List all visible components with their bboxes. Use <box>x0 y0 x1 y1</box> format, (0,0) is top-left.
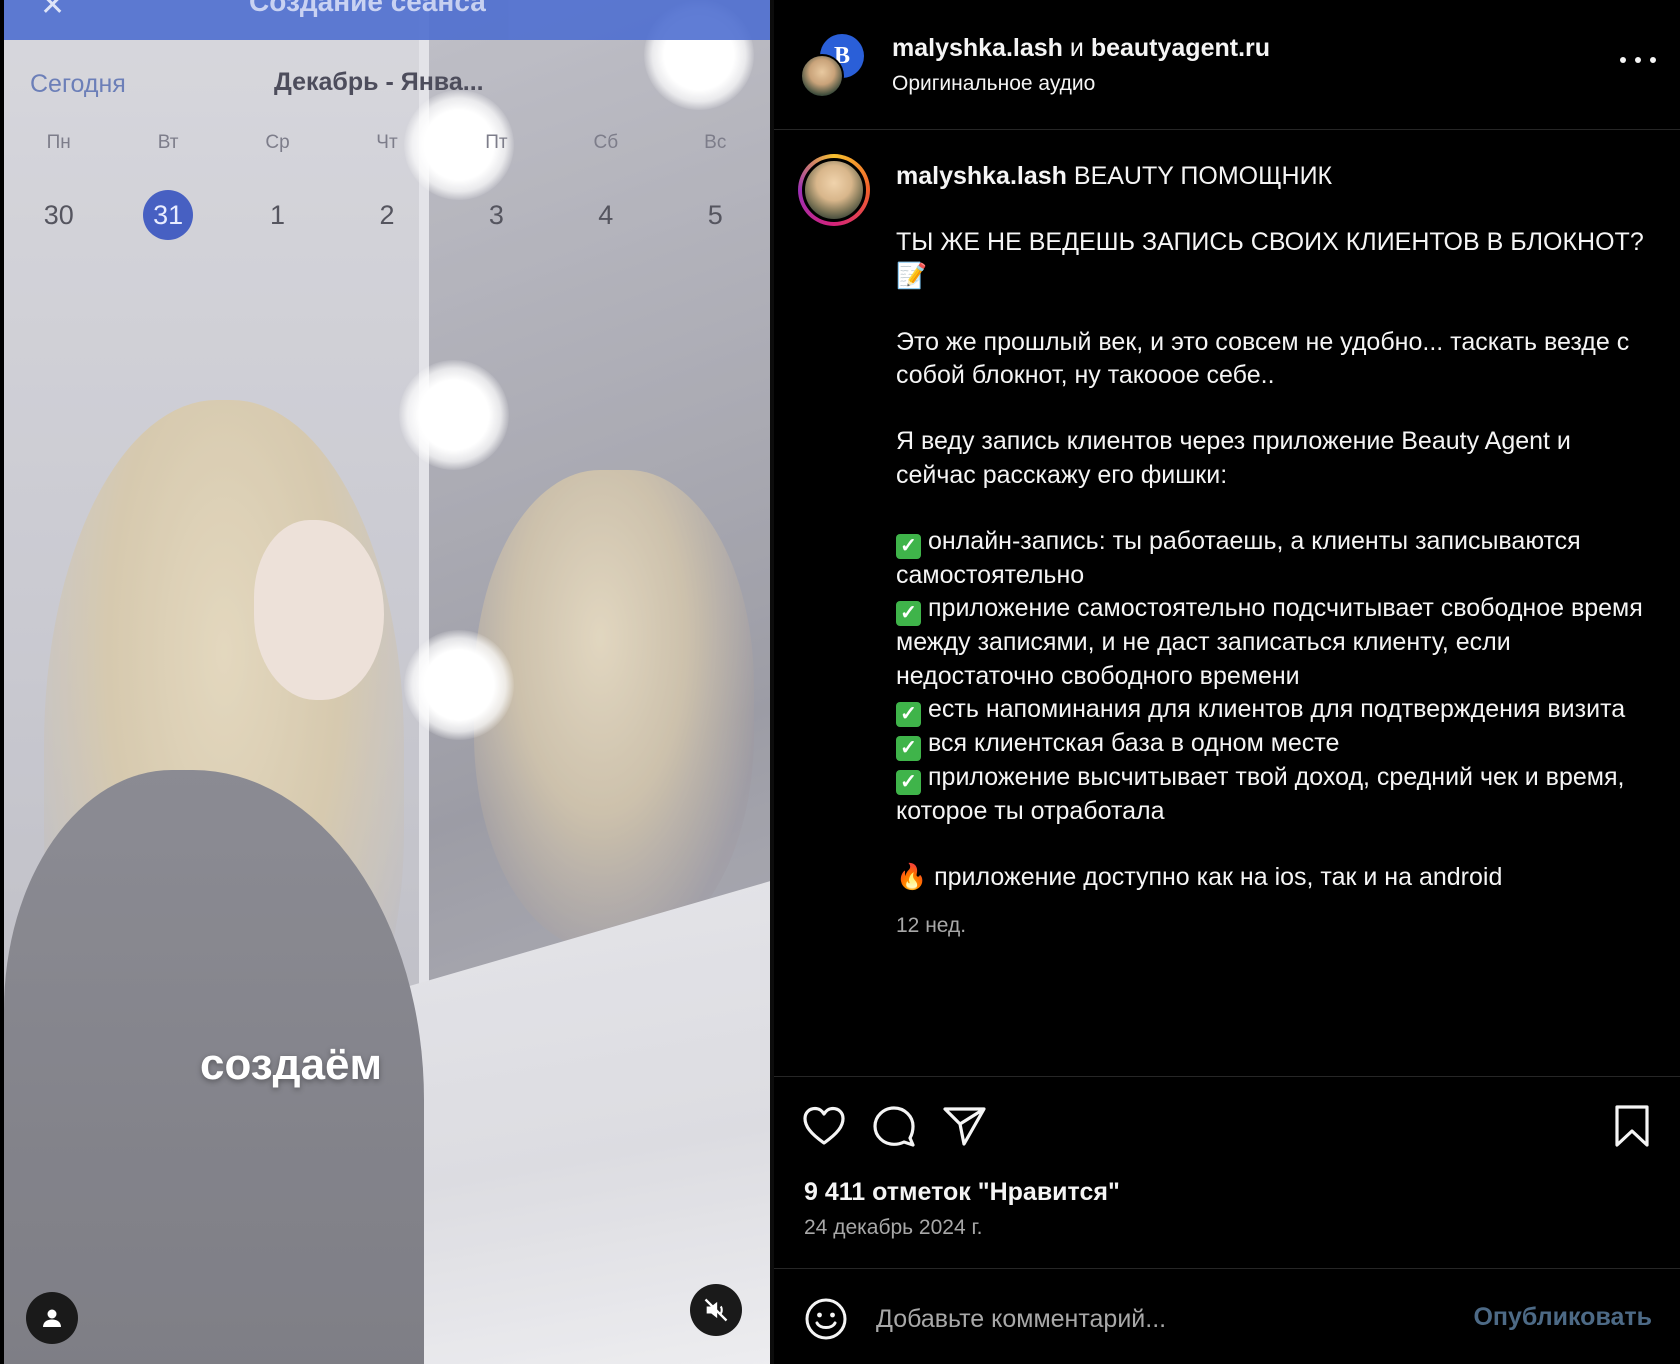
likes-count[interactable]: 9 411 отметок "Нравится" <box>804 1178 1120 1207</box>
platforms-text: приложение доступно как на ios, так и на… <box>934 863 1503 892</box>
calendar-days: 30 31 1 2 3 4 5 <box>4 190 770 240</box>
feature-item: ✓ онлайн-запись: ты работаешь, а клиенты … <box>896 525 1656 592</box>
weekday-label: Чт <box>376 132 398 153</box>
calendar-day-selected: 31 <box>113 190 222 240</box>
author-avatar-image <box>802 158 866 222</box>
feature-text: приложение высчитывает твой доход, средн… <box>896 762 1625 825</box>
calendar-day: 5 <box>707 200 723 230</box>
bookmark-icon[interactable] <box>1608 1102 1656 1150</box>
app-title: Создание сеанса <box>249 0 486 17</box>
feature-text: онлайн-запись: ты работаешь, а клиенты з… <box>896 527 1581 590</box>
video-caption: создаём <box>200 1040 383 1089</box>
calendar-weekdays: Пн Вт Ср Чт Пт Сб Вс <box>4 132 770 154</box>
check-mark-icon: ✓ <box>896 701 921 727</box>
weekday-label: Вс <box>704 132 727 153</box>
caption-paragraph: Это же прошлый век, и это совсем не удоб… <box>896 327 1630 390</box>
smiley-icon[interactable] <box>804 1297 848 1341</box>
comment-input[interactable] <box>876 1297 1436 1341</box>
calendar-today: Сегодня <box>30 70 126 98</box>
calendar-day: 2 <box>379 200 395 230</box>
weekday-label: Пн <box>46 132 71 153</box>
collab-avatars[interactable]: B <box>800 34 864 98</box>
dot <box>1620 57 1626 63</box>
author-avatar[interactable] <box>798 154 870 226</box>
actions-divider <box>774 1076 1680 1077</box>
calendar-day: 4 <box>598 200 614 230</box>
collaborator-link[interactable]: beautyagent.ru <box>1091 34 1270 62</box>
fire-icon: 🔥 <box>896 863 928 892</box>
authors-conjunction: и <box>1069 34 1084 62</box>
caption-headline: ТЫ ЖЕ НЕ ВЕДЕШЬ ЗАПИСЬ СВОИХ КЛИЕНТОВ В … <box>896 228 1644 290</box>
weekday-label: Вт <box>157 132 179 153</box>
caption-username[interactable]: malyshka.lash <box>896 162 1067 190</box>
feature-item: ✓ вся клиентская база в одном месте <box>896 727 1656 761</box>
muted-speaker-icon <box>704 1298 728 1322</box>
weekday-label: Сб <box>593 132 619 153</box>
check-mark-icon: ✓ <box>896 735 921 761</box>
person-icon <box>43 1309 61 1327</box>
comment-bar: Опубликовать <box>774 1268 1680 1364</box>
publish-button[interactable]: Опубликовать <box>1473 1303 1652 1332</box>
calendar-month: Декабрь - Янва... <box>274 68 484 96</box>
feature-text: есть напоминания для клиентов для подтве… <box>928 694 1626 723</box>
check-mark-icon: ✓ <box>896 601 921 627</box>
audio-link[interactable]: Оригинальное аудио <box>892 72 1095 96</box>
author-avatar-small <box>800 54 844 98</box>
dot <box>1650 57 1656 63</box>
caption-paragraph: Я веду запись клиентов через приложение … <box>896 427 1571 489</box>
heart-icon[interactable] <box>800 1102 848 1150</box>
post-authors: malyshka.lash и beautyagent.ru <box>892 34 1270 63</box>
post-header: B malyshka.lash и beautyagent.ru Оригина… <box>774 0 1680 130</box>
more-dots-icon[interactable] <box>1620 50 1656 70</box>
reel-video[interactable]: ✕ Создание сеанса Сегодня Декабрь - Янва… <box>4 0 770 1364</box>
close-icon: ✕ <box>40 0 66 22</box>
check-mark-icon: ✓ <box>896 534 921 560</box>
calendar-day: 1 <box>270 200 286 230</box>
paper-plane-icon[interactable] <box>940 1102 988 1150</box>
profile-button[interactable] <box>26 1292 78 1344</box>
feature-item: ✓ приложение самостоятельно подсчитывает … <box>896 592 1656 693</box>
feature-text: приложение самостоятельно подсчитывает с… <box>896 594 1643 690</box>
post-date: 24 декабрь 2024 г. <box>804 1216 983 1239</box>
dot <box>1635 57 1641 63</box>
feature-text: вся клиентская база в одном месте <box>928 728 1340 757</box>
selected-day-number: 31 <box>143 190 194 240</box>
weekday-label: Ср <box>265 132 290 153</box>
post-caption: malyshka.lash BEAUTY ПОМОЩНИК ТЫ ЖЕ НЕ В… <box>896 160 1656 942</box>
caption-title: BEAUTY ПОМОЩНИК <box>1073 162 1333 190</box>
feature-item: ✓ приложение высчитывает твой доход, сред… <box>896 761 1656 828</box>
author-link[interactable]: malyshka.lash <box>892 34 1063 62</box>
comment-bubble-icon[interactable] <box>870 1102 918 1150</box>
post-panel: B malyshka.lash и beautyagent.ru Оригина… <box>774 0 1680 1364</box>
app-header: ✕ Создание сеанса <box>4 0 770 40</box>
calendar-day: 3 <box>488 200 504 230</box>
caption-platforms: 🔥 приложение доступно как на ios, так и … <box>896 861 1656 894</box>
check-mark-icon: ✓ <box>896 769 921 795</box>
post-time-ago[interactable]: 12 нед. <box>896 909 1656 942</box>
calendar-day: 30 <box>43 200 74 230</box>
weekday-label: Пт <box>485 132 508 153</box>
mute-button[interactable] <box>690 1284 742 1336</box>
feature-item: ✓ есть напоминания для клиентов для подтв… <box>896 693 1656 727</box>
